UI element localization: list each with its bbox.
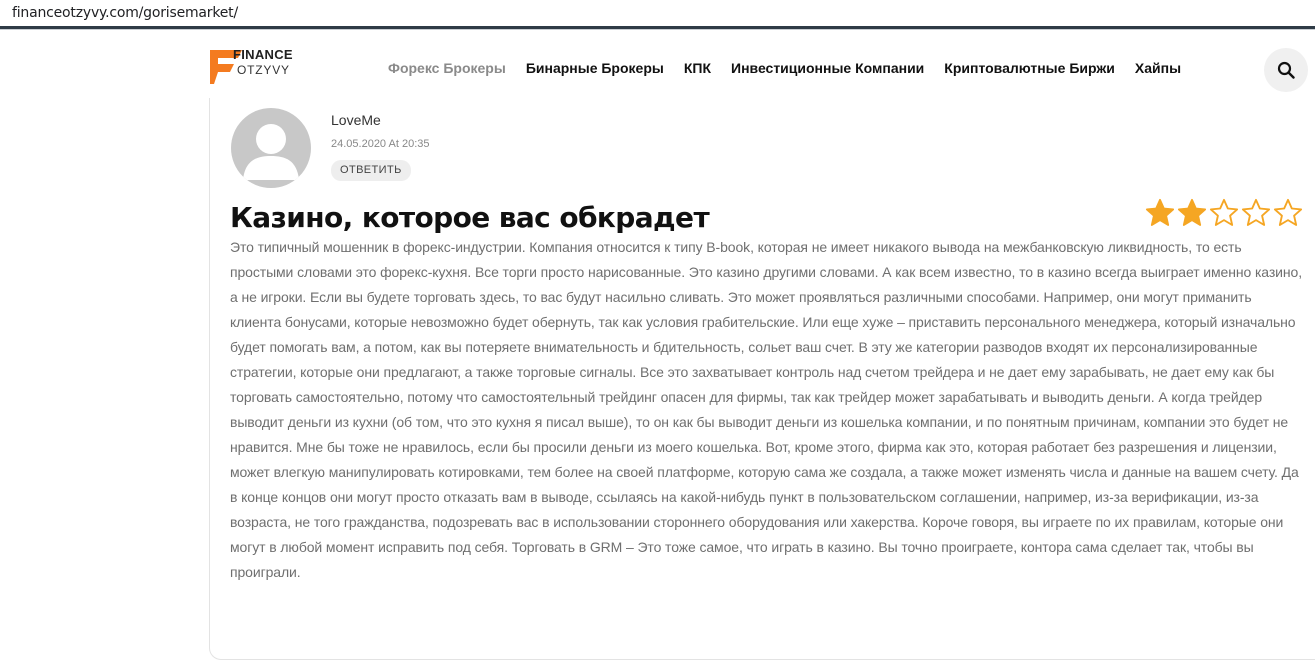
site-header: FINANCE OTZYVY Форекс Брокеры Бинарные Б… xyxy=(0,30,1315,104)
avatar xyxy=(231,108,311,188)
logo-text-top: FINANCE xyxy=(233,47,293,62)
comment-author[interactable]: LoveMe xyxy=(331,112,381,128)
main-nav: Форекс Брокеры Бинарные Брокеры КПК Инве… xyxy=(388,60,1201,76)
url-text[interactable]: financeotzyvy.com/gorisemarket/ xyxy=(12,5,238,21)
nav-item-kpk[interactable]: КПК xyxy=(684,60,711,76)
nav-item-binary-brokers[interactable]: Бинарные Брокеры xyxy=(526,60,664,76)
review-text: Это типичный мошенник в форекс-индустрии… xyxy=(230,239,1302,580)
search-button[interactable] xyxy=(1264,48,1308,92)
nav-item-crypto-exchanges[interactable]: Криптовалютные Биржи xyxy=(944,60,1115,76)
nav-item-forex-brokers[interactable]: Форекс Брокеры xyxy=(388,60,506,76)
star-empty-icon xyxy=(1273,198,1303,226)
user-avatar-icon xyxy=(243,124,299,180)
nav-item-hyips[interactable]: Хайпы xyxy=(1135,60,1181,76)
site-logo[interactable]: FINANCE OTZYVY xyxy=(208,46,318,86)
star-empty-icon xyxy=(1209,198,1239,226)
star-empty-icon xyxy=(1241,198,1271,226)
star-rating xyxy=(1145,198,1303,228)
review-title: Казино, которое вас обкрадет xyxy=(230,201,710,234)
nav-item-investment-companies[interactable]: Инвестиционные Компании xyxy=(731,60,924,76)
star-filled-icon xyxy=(1145,198,1175,226)
browser-address-bar[interactable]: financeotzyvy.com/gorisemarket/ xyxy=(0,0,1315,30)
logo-text-bottom: OTZYVY xyxy=(237,63,290,77)
comment-date: 24.05.2020 At 20:35 xyxy=(331,138,430,150)
search-icon xyxy=(1277,61,1295,79)
reply-button[interactable]: ОТВЕТИТЬ xyxy=(331,160,411,181)
star-filled-icon xyxy=(1177,198,1207,226)
